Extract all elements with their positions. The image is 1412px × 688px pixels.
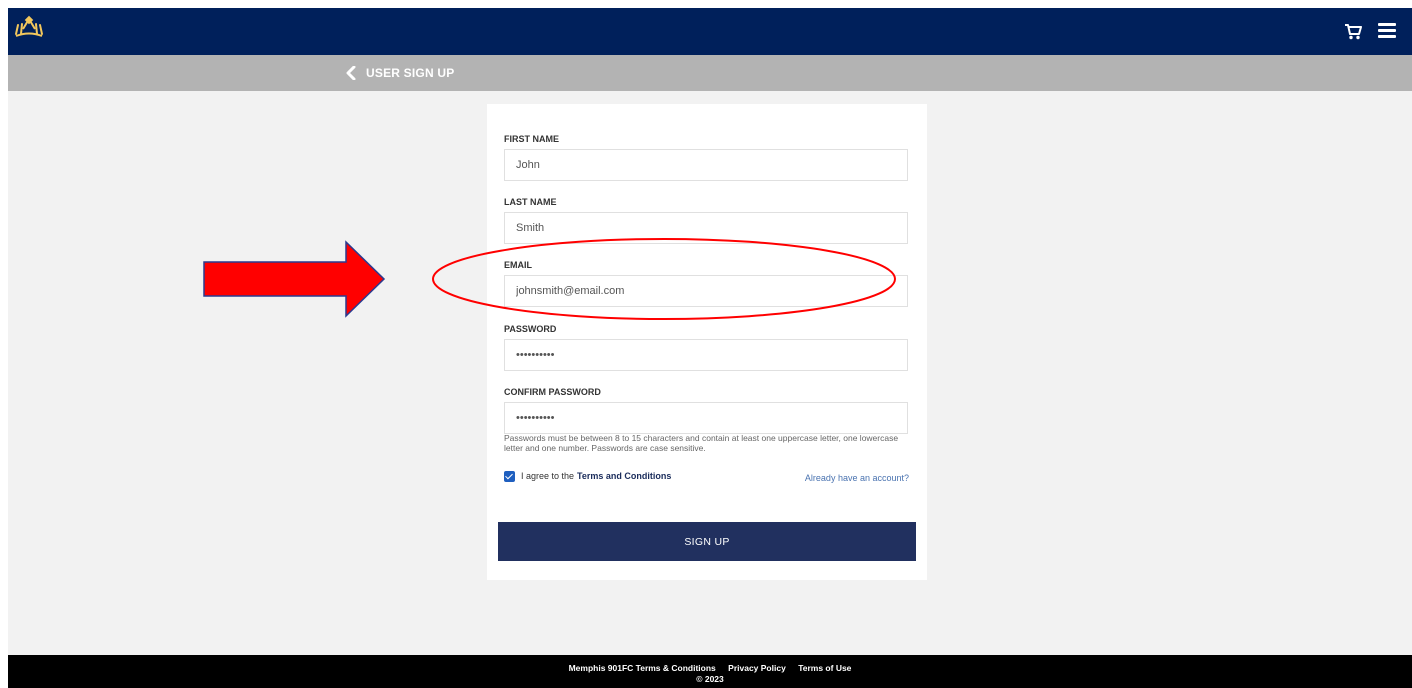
page-title-bar: USER SIGN UP [8,55,1412,91]
footer-privacy-link[interactable]: Privacy Policy [728,663,786,673]
cart-icon[interactable] [1344,23,1362,40]
top-navigation-bar [8,8,1412,55]
confirm-password-input[interactable] [504,402,908,434]
sign-up-button[interactable]: SIGN UP [498,522,916,561]
footer: Memphis 901FC Terms & Conditions Privacy… [8,655,1412,688]
copyright: © 2023 [696,674,724,684]
password-requirements-hint: Passwords must be between 8 to 15 charac… [504,433,899,453]
crown-icon[interactable] [14,14,44,40]
agree-text: I agree to the [521,471,575,481]
password-label: PASSWORD [504,324,557,334]
confirm-password-label: CONFIRM PASSWORD [504,387,601,397]
chevron-left-icon[interactable] [345,66,357,80]
footer-links: Memphis 901FC Terms & Conditions Privacy… [8,655,1412,673]
page: USER SIGN UP FIRST NAME LAST NAME EMAIL … [8,8,1412,688]
first-name-input[interactable] [504,149,908,181]
hamburger-menu-icon[interactable] [1378,23,1396,39]
last-name-label: LAST NAME [504,197,557,207]
footer-terms-of-use-link[interactable]: Terms of Use [798,663,851,673]
login-link[interactable]: Already have an account? [805,473,909,483]
red-ellipse-annotation [432,238,896,320]
signup-form: FIRST NAME LAST NAME EMAIL PASSWORD CONF… [487,104,927,580]
red-arrow-annotation [203,240,386,318]
terms-checkbox[interactable] [504,470,515,482]
terms-agreement: I agree to the Terms and Conditions [504,469,671,483]
page-title: USER SIGN UP [366,66,455,80]
terms-link[interactable]: Terms and Conditions [577,471,671,481]
footer-terms-link[interactable]: Memphis 901FC Terms & Conditions [569,663,716,673]
first-name-label: FIRST NAME [504,134,559,144]
password-input[interactable] [504,339,908,371]
